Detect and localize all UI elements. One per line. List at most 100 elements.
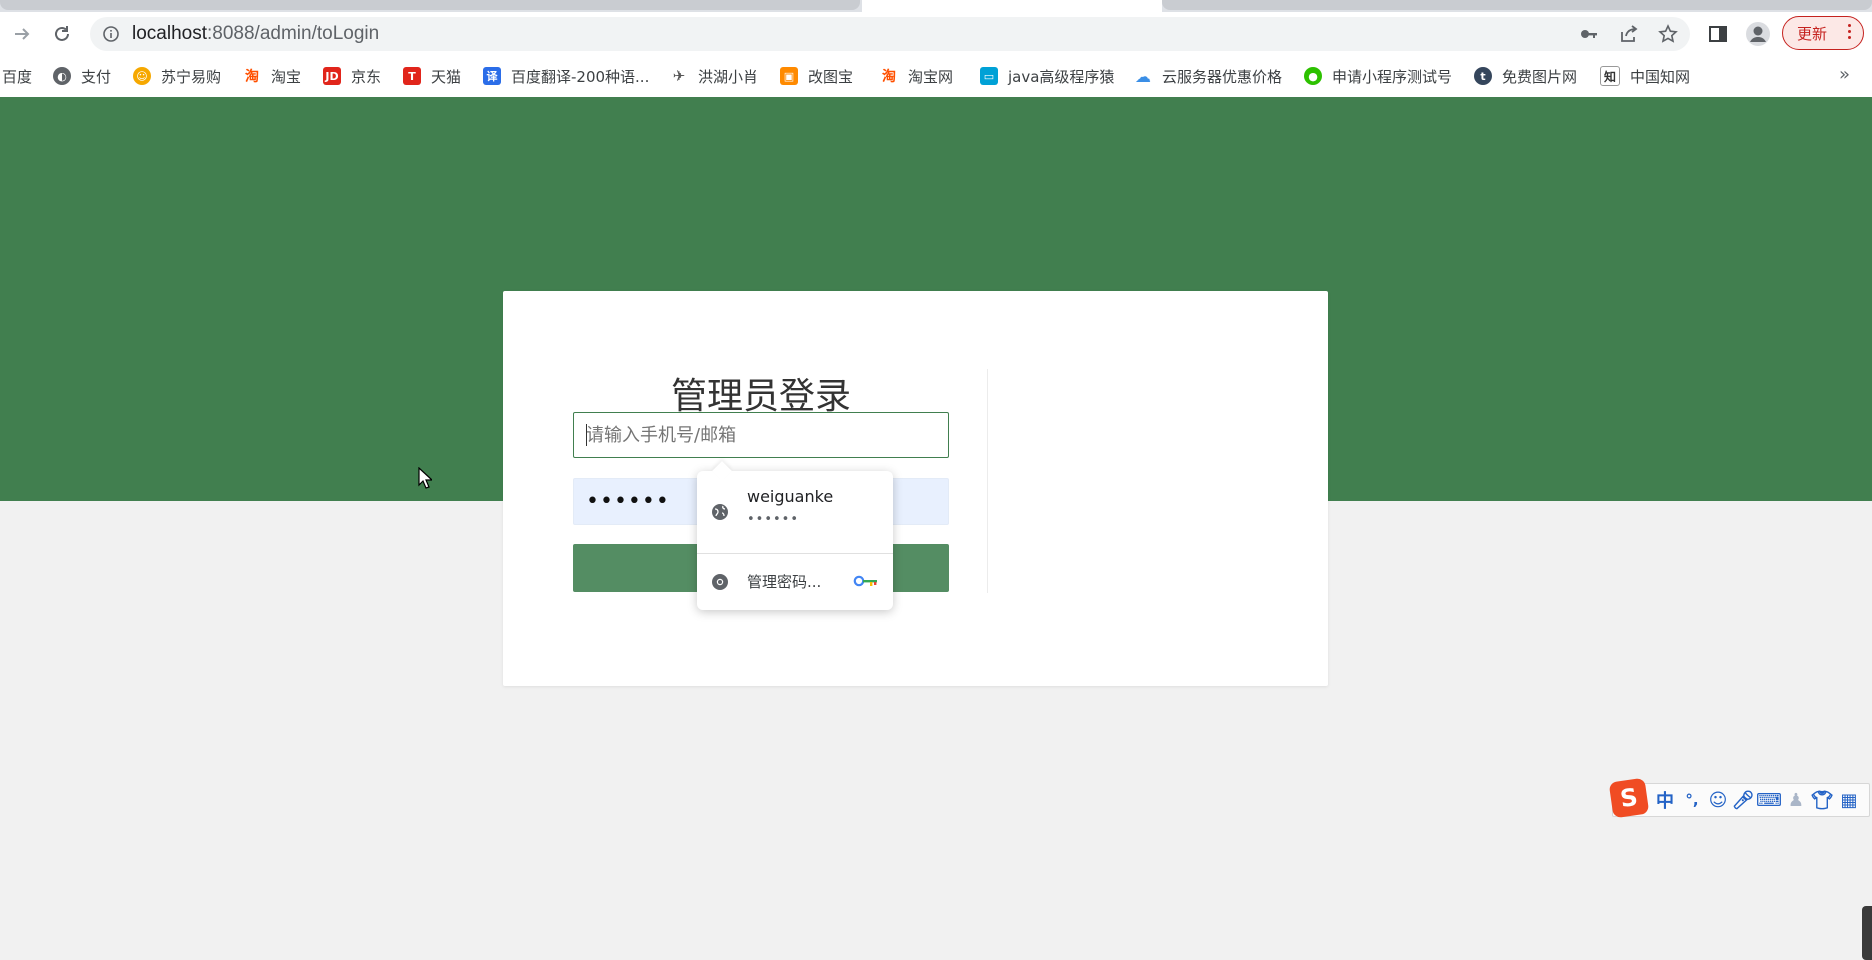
browser-tab-inactive[interactable] xyxy=(0,0,860,10)
suning-icon: ☺ xyxy=(133,67,151,85)
bookmark-label: 苏宁易购 xyxy=(161,67,222,86)
update-label: 更新 xyxy=(1797,24,1828,43)
info-icon[interactable] xyxy=(102,25,120,43)
emoji-icon[interactable]: ☺ xyxy=(1707,788,1729,812)
bookmark-label: 百度 xyxy=(2,67,33,86)
bookmark-item[interactable]: ☺ 苏宁易购 xyxy=(133,65,221,87)
share-icon xyxy=(1621,25,1638,42)
cnki-icon: 知 xyxy=(1600,66,1620,86)
address-bar[interactable]: localhost:8088/admin/toLogin xyxy=(90,17,1690,51)
side-panel-icon xyxy=(1709,26,1727,42)
chrome-icon xyxy=(712,574,728,590)
saved-credential-item[interactable]: weiguanke •••••• xyxy=(697,471,893,553)
share-button[interactable] xyxy=(1618,23,1640,45)
bookmark-label: 免费图片网 xyxy=(1502,67,1578,86)
url-path: :8088/admin/toLogin xyxy=(207,23,380,44)
bookmark-item[interactable]: 知中国知网 xyxy=(1600,65,1690,87)
password-key-button[interactable] xyxy=(1578,23,1600,45)
login-card: 管理员登录 •••••• xyxy=(503,291,1328,686)
arrow-right-icon xyxy=(15,28,30,40)
manage-passwords-label: 管理密码... xyxy=(747,573,822,591)
taobao-icon: 淘 xyxy=(245,69,259,85)
side-widget-tab[interactable] xyxy=(1862,906,1872,960)
bookmark-item[interactable]: 百度 xyxy=(2,65,32,87)
cloud-icon: ☁ xyxy=(1135,66,1151,86)
star-icon xyxy=(1658,24,1678,43)
bookmark-item[interactable]: ▣ 改图宝 xyxy=(780,65,853,87)
taobao-icon: 淘 xyxy=(882,69,896,85)
saved-username: weiguanke xyxy=(747,487,834,506)
wechat-icon: ● xyxy=(1304,67,1322,85)
bookmark-item[interactable]: 淘淘宝网 xyxy=(880,65,953,87)
bookmark-label: 中国知网 xyxy=(1630,67,1691,86)
text-caret xyxy=(586,424,587,446)
bookmarks-overflow-button[interactable]: » xyxy=(1839,64,1850,85)
ime-punct-label: °, xyxy=(1685,791,1699,809)
ime-logo-letter: S xyxy=(1618,782,1640,814)
globe-icon xyxy=(712,504,728,520)
jd-icon: JD xyxy=(323,67,341,85)
update-button[interactable]: 更新 xyxy=(1782,16,1864,50)
toolbox-grid-icon[interactable]: ▦ xyxy=(1837,788,1861,812)
bookmark-item[interactable]: ◐ 支付 xyxy=(53,65,111,87)
gaitubao-icon: ▣ xyxy=(780,67,798,85)
bookmark-item[interactable]: ● 申请小程序测试号 xyxy=(1304,65,1452,87)
bird-icon: ✈ xyxy=(672,67,686,85)
bookmark-item[interactable]: 淘淘宝 xyxy=(243,65,301,87)
card-divider xyxy=(987,369,988,593)
microphone-icon[interactable]: 🎤︎ xyxy=(1732,788,1755,812)
globe-icon: ◐ xyxy=(53,67,71,85)
bilibili-icon: ▭ xyxy=(980,67,998,85)
bookmark-item[interactable]: ▭ java高级程序猿 xyxy=(980,65,1114,87)
bookmark-label: 淘宝网 xyxy=(908,67,954,86)
password-autofill-popup: weiguanke •••••• 管理密码... xyxy=(697,461,893,610)
user-icon[interactable]: ♟ xyxy=(1785,788,1807,812)
bookmarks-bar: 百度 ◐ 支付 ☺ 苏宁易购 淘淘宝 JD 京东 T 天猫 译百度翻译-200种语...… xyxy=(0,56,1872,98)
bookmark-label: 淘宝 xyxy=(271,67,302,86)
password-mask: •••••• xyxy=(586,489,670,514)
bookmark-label: 百度翻译-200种语... xyxy=(511,67,650,86)
sogou-logo-icon[interactable]: S xyxy=(1608,777,1650,819)
bookmark-label: 京东 xyxy=(351,67,382,86)
key-icon xyxy=(1581,30,1597,38)
bookmark-label: java高级程序猿 xyxy=(1008,67,1115,86)
bookmark-label: 云服务器优惠价格 xyxy=(1162,67,1283,86)
skin-shirt-icon[interactable]: 👕︎ xyxy=(1811,788,1834,812)
reload-button[interactable] xyxy=(48,20,76,48)
browser-tab-inactive[interactable] xyxy=(1162,0,1872,10)
side-panel-button[interactable] xyxy=(1704,20,1732,48)
password-manager-key-icon xyxy=(853,575,877,587)
url-host: localhost xyxy=(132,23,207,44)
tumblr-icon: t xyxy=(1474,67,1492,85)
ime-mode-label: 中 xyxy=(1656,791,1674,812)
browser-tab-active[interactable] xyxy=(862,0,1162,12)
bookmark-item[interactable]: T 天猫 xyxy=(403,65,461,87)
tmall-icon: T xyxy=(403,67,421,85)
manage-passwords-item[interactable]: 管理密码... xyxy=(697,554,893,610)
browser-toolbar: localhost:8088/admin/toLogin 更新 xyxy=(0,12,1872,56)
url-text[interactable]: localhost:8088/admin/toLogin xyxy=(132,23,379,45)
bookmark-item[interactable]: t 免费图片网 xyxy=(1474,65,1577,87)
ime-mode-toggle[interactable]: 中 xyxy=(1653,788,1677,812)
ime-toolbar: S 中 °, ☺ 🎤︎ ⌨ ♟ 👕︎ ▦ xyxy=(1608,777,1870,819)
reload-icon xyxy=(55,26,69,41)
bookmark-star-button[interactable] xyxy=(1657,23,1679,45)
tab-strip xyxy=(0,0,1872,12)
bookmark-item[interactable]: JD 京东 xyxy=(323,65,381,87)
bookmark-item[interactable]: ☁ 云服务器优惠价格 xyxy=(1134,65,1282,87)
bookmark-label: 改图宝 xyxy=(808,67,854,86)
bookmark-label: 申请小程序测试号 xyxy=(1332,67,1453,86)
keyboard-icon[interactable]: ⌨ xyxy=(1756,788,1782,812)
translate-icon: 译 xyxy=(483,67,501,85)
bookmark-item[interactable]: 译百度翻译-200种语... xyxy=(483,65,649,87)
username-input[interactable] xyxy=(573,412,949,458)
saved-password-mask: •••••• xyxy=(747,512,800,527)
profile-button[interactable] xyxy=(1744,20,1772,48)
ime-punct-toggle[interactable]: °, xyxy=(1681,788,1703,812)
forward-button[interactable] xyxy=(8,20,36,48)
bookmark-label: 支付 xyxy=(81,67,112,86)
kebab-menu-icon xyxy=(1848,24,1851,39)
bookmark-label: 洪湖小肖 xyxy=(698,67,759,86)
avatar-icon xyxy=(1746,22,1770,46)
bookmark-item[interactable]: ✈ 洪湖小肖 xyxy=(670,65,758,87)
